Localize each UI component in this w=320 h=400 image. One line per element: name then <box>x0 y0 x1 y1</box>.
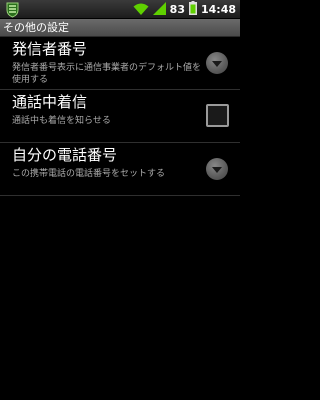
wifi-icon <box>133 0 149 19</box>
setting-summary: この携帯電話の電話番号をセットする <box>12 169 166 179</box>
status-icons: 83 14:48 <box>133 1 236 18</box>
setting-title: 自分の電話番号 <box>12 146 118 164</box>
battery-percent: 83 <box>169 3 185 16</box>
setting-summary: 発信者番号表示に通信事業者のデフォルト値を使用する <box>12 63 202 85</box>
battery-icon <box>188 0 197 19</box>
setting-my-phone-number[interactable]: 自分の電話番号 この携帯電話の電話番号をセットする <box>0 143 240 196</box>
caller-id-dropdown-button[interactable] <box>206 52 228 74</box>
chevron-down-icon <box>212 167 222 173</box>
status-bar: 83 14:48 <box>0 0 240 19</box>
setting-summary: 通話中も着信を知らせる <box>12 116 111 126</box>
setting-title: 発信者番号 <box>12 40 88 58</box>
call-waiting-checkbox[interactable] <box>206 104 229 127</box>
page-title: その他の設定 <box>3 21 69 34</box>
chevron-down-icon <box>212 61 222 67</box>
my-phone-number-dropdown-button[interactable] <box>206 158 228 180</box>
title-bar: その他の設定 <box>0 19 240 37</box>
signal-icon <box>152 0 166 19</box>
settings-list: 発信者番号 発信者番号表示に通信事業者のデフォルト値を使用する 通話中着信 通話… <box>0 37 240 196</box>
setting-title: 通話中着信 <box>12 93 88 111</box>
clock: 14:48 <box>200 3 236 16</box>
setting-caller-id[interactable]: 発信者番号 発信者番号表示に通信事業者のデフォルト値を使用する <box>0 37 240 90</box>
setting-call-waiting[interactable]: 通話中着信 通話中も着信を知らせる <box>0 90 240 143</box>
